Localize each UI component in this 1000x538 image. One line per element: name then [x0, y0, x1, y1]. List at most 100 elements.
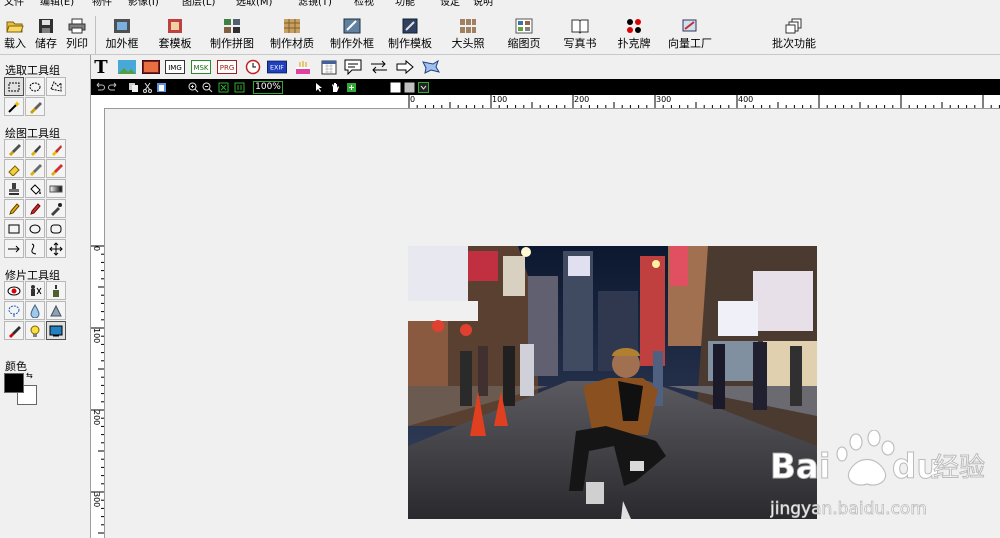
menu-edit[interactable]: 编辑(E) — [40, 0, 74, 9]
cake-button[interactable] — [293, 58, 313, 76]
thumbnail-page-button[interactable]: 缩图页 — [504, 18, 544, 54]
template-set-button[interactable]: 套模板 — [156, 18, 194, 54]
horizontal-ruler: 0 100 200 300 400 — [91, 95, 1000, 109]
prg-badge-button[interactable]: PRG — [217, 58, 237, 76]
swap-colors-icon[interactable]: ⇆ — [26, 371, 33, 380]
photo-book-button[interactable]: 写真书 — [560, 18, 600, 54]
blur-select-tool[interactable] — [4, 301, 24, 320]
ellipse-icon — [29, 224, 41, 233]
airbrush-tool[interactable] — [25, 139, 45, 158]
line-tool[interactable] — [4, 239, 24, 258]
print-button[interactable]: 列印 — [64, 18, 90, 54]
save-button[interactable]: 储存 — [33, 18, 59, 54]
add-object-button[interactable] — [345, 81, 357, 93]
calendar-button[interactable] — [319, 58, 339, 76]
exif-button[interactable]: EXIF — [267, 58, 287, 76]
lasso-select-tool[interactable] — [46, 77, 66, 96]
clock-button[interactable] — [243, 58, 263, 76]
speech-bubble-button[interactable] — [343, 58, 363, 76]
img-badge-button[interactable]: IMG — [165, 58, 185, 76]
poker-button[interactable]: 扑克牌 — [614, 18, 654, 54]
menu-view[interactable]: 检视 — [354, 0, 374, 9]
shape-arrow-button[interactable] — [395, 58, 415, 76]
make-material-button[interactable]: 制作材质 — [268, 18, 316, 54]
image-object-button[interactable] — [117, 58, 137, 76]
double-arrow-icon — [371, 60, 387, 74]
bottle-tool[interactable] — [46, 281, 66, 300]
menu-image[interactable]: 影像(I) — [128, 0, 159, 9]
undo-button[interactable] — [93, 81, 105, 93]
brush-select-tool[interactable] — [25, 97, 45, 116]
pointer-button[interactable] — [313, 81, 325, 93]
rounded-rect-tool[interactable] — [46, 219, 66, 238]
pen-tool[interactable] — [25, 199, 45, 218]
magic-wand-icon — [8, 100, 20, 113]
load-button[interactable]: 载入 — [2, 18, 28, 54]
star-shape-button[interactable] — [421, 58, 441, 76]
line-arrow-button[interactable] — [369, 58, 389, 76]
menu-layer[interactable]: 图层(L) — [182, 0, 215, 9]
magic-wand-tool[interactable] — [4, 97, 24, 116]
menu-object[interactable]: 物件 — [92, 0, 112, 9]
gradient-tool[interactable] — [46, 179, 66, 198]
curve-icon — [31, 243, 37, 254]
book-icon — [571, 19, 589, 34]
light-tool[interactable] — [25, 321, 45, 340]
menu-settings[interactable]: 设定 — [440, 0, 460, 9]
eraser-tool[interactable] — [4, 159, 24, 178]
ellipse-tool[interactable] — [25, 219, 45, 238]
zoom-level[interactable]: 100% — [253, 81, 283, 94]
gray-bg-button[interactable] — [403, 81, 415, 93]
foreground-color-swatch[interactable] — [4, 373, 24, 393]
hand-button[interactable] — [329, 81, 341, 93]
batch-button[interactable]: 批次功能 — [766, 18, 822, 54]
curve-tool[interactable] — [25, 239, 45, 258]
menu-select[interactable]: 选取(M) — [236, 0, 272, 9]
make-collage-button[interactable]: 制作拼图 — [208, 18, 256, 54]
vertical-ruler-ticks — [91, 245, 104, 534]
vector-factory-button[interactable]: 向量工厂 — [664, 18, 716, 54]
rectangle-tool[interactable] — [4, 219, 24, 238]
fill-tool[interactable] — [25, 179, 45, 198]
text-tool-button[interactable]: T — [91, 57, 111, 78]
make-template-button[interactable]: 制作模板 — [386, 18, 434, 54]
red-eye-tool[interactable] — [4, 281, 24, 300]
stamp-tool[interactable] — [4, 179, 24, 198]
image-frame-button[interactable] — [141, 58, 161, 76]
menu-filter[interactable]: 滤镜(T) — [298, 0, 332, 9]
ellipse-select-tool[interactable] — [25, 77, 45, 96]
color-brush-tool[interactable] — [46, 159, 66, 178]
menu-file[interactable]: 文件 — [4, 0, 24, 9]
menu-function[interactable]: 功能 — [395, 0, 415, 9]
white-bg-button[interactable] — [389, 81, 401, 93]
rect-select-tool[interactable] — [4, 77, 24, 96]
fit-window-button[interactable] — [217, 81, 229, 93]
make-frame-button[interactable]: 制作外框 — [328, 18, 376, 54]
pencil-brush-tool[interactable] — [25, 159, 45, 178]
move-tool[interactable] — [46, 239, 66, 258]
zoom-in-button[interactable] — [187, 81, 199, 93]
display-tool[interactable] — [46, 321, 66, 340]
street-photo[interactable] — [408, 246, 817, 519]
redo-button[interactable] — [107, 81, 119, 93]
retouch-tools — [4, 281, 66, 340]
copy-button[interactable] — [127, 81, 139, 93]
brush-tool[interactable] — [4, 139, 24, 158]
color-replace-tool[interactable] — [4, 321, 24, 340]
pencil-tool[interactable] — [4, 199, 24, 218]
msk-badge-button[interactable]: MSK — [191, 58, 211, 76]
menu-help[interactable]: 说明 — [473, 0, 493, 9]
paste-button[interactable] — [155, 81, 167, 93]
eyedropper-tool[interactable] — [46, 199, 66, 218]
add-frame-button[interactable]: 加外框 — [103, 18, 141, 54]
water-drop-tool[interactable] — [25, 301, 45, 320]
cutout-tool[interactable] — [25, 281, 45, 300]
cut-button[interactable] — [141, 81, 153, 93]
actual-size-button[interactable] — [233, 81, 245, 93]
sharpen-tool[interactable] — [46, 301, 66, 320]
zoom-out-button[interactable] — [201, 81, 213, 93]
big-head-button[interactable]: 大头照 — [448, 18, 488, 54]
bg-dropdown-button[interactable] — [417, 81, 429, 93]
watermark-brand: Bai — [770, 447, 831, 487]
smudge-tool[interactable] — [46, 139, 66, 158]
